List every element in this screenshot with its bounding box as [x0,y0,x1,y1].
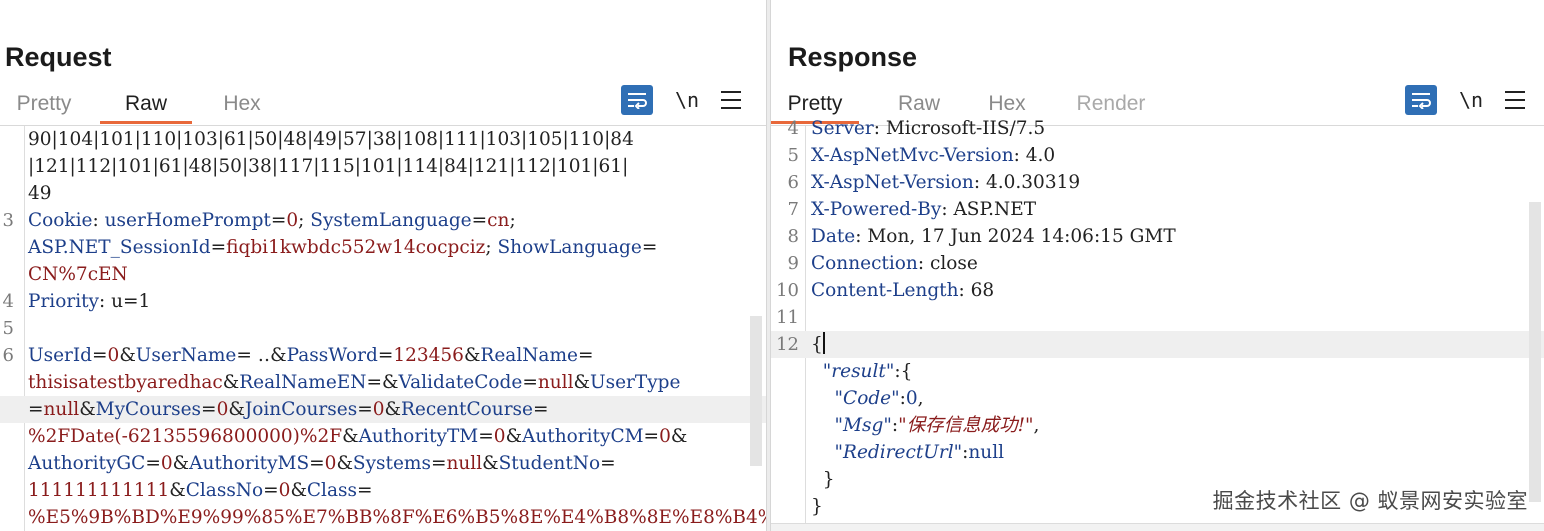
line-text: CN%7cEN [28,264,128,285]
line-text: X-AspNetMvc-Version: 4.0 [811,145,1056,166]
line-number: 6 [787,172,799,193]
request-line: |121|112|101|61|48|50|38|117|115|101|114… [0,153,766,180]
response-line: 10 Content-Length: 68 [771,277,1544,304]
line-text: Connection: close [811,253,978,274]
line-text: Server: Microsoft-IIS/7.5 [811,118,1046,139]
request-line: 90|104|101|110|103|61|50|48|49|57|38|108… [0,126,766,153]
request-toolbar: \n [621,85,741,115]
request-line: ASP.NET_SessionId=fiqbi1kwbdc552w14cocpc… [0,234,766,261]
wrap-lines-icon [628,93,647,109]
line-text: Cookie: userHomePrompt=0; SystemLanguage… [28,210,516,231]
request-line: 49 [0,180,766,207]
request-line-highlighted: =null&MyCourses=0&JoinCourses=0&RecentCo… [0,396,766,423]
response-line: 8 Date: Mon, 17 Jun 2024 14:06:15 GMT [771,223,1544,250]
request-line: CN%7cEN [0,261,766,288]
line-text: =null&MyCourses=0&JoinCourses=0&RecentCo… [28,399,549,420]
line-number: 16 [0,345,14,366]
response-line: 5 X-AspNetMvc-Version: 4.0 [771,142,1544,169]
response-toolbar: \n [1405,85,1525,115]
line-text: thisisatestbyaredhac&RealNameEN=&Validat… [28,372,681,393]
response-show-newlines-button[interactable]: \n [1457,88,1485,112]
response-line: 9 Connection: close [771,250,1544,277]
response-line: 7 X-Powered-By: ASP.NET [771,196,1544,223]
response-line: "Code":0, [771,385,1544,412]
response-editor[interactable]: 4 Server: Microsoft-IIS/7.5 5 X-AspNetMv… [771,118,1544,531]
line-number: 10 [776,280,799,301]
line-text: } [811,469,835,490]
line-text: Content-Length: 68 [811,280,995,301]
line-number: 5 [787,145,799,166]
request-line: AuthorityGC=0&AuthorityMS=0&Systems=null… [0,450,766,477]
request-line: 15 [0,315,766,342]
request-tabs: Pretty Raw Hex [0,86,278,124]
request-line: thisisatestbyaredhac&RealNameEN=&Validat… [0,369,766,396]
line-text: "Msg":"保存信息成功!", [834,415,1040,436]
line-text: Date: Mon, 17 Jun 2024 14:06:15 GMT [811,226,1176,247]
line-number: 11 [776,307,799,328]
line-text: X-AspNet-Version: 4.0.30319 [811,172,1081,193]
request-menu-icon[interactable] [721,91,741,109]
line-text: UserId=0&UserName= ‥&PassWord=123456&Rea… [28,345,594,366]
response-wrap-lines-button[interactable] [1405,85,1437,115]
text-cursor [822,332,825,354]
response-line: "result":{ [771,358,1544,385]
line-text: AuthorityGC=0&AuthorityMS=0&Systems=null… [28,453,616,474]
line-number: 9 [787,253,799,274]
line-number: 13 [0,210,14,231]
response-line: "Msg":"保存信息成功!", [771,412,1544,439]
line-number: 4 [787,118,799,139]
wrap-lines-icon [1412,93,1431,109]
line-number: 7 [787,199,799,220]
line-text: 49 [28,183,52,204]
response-line-highlighted: 12 { [771,331,1544,358]
request-editor[interactable]: 90|104|101|110|103|61|50|48|49|57|38|108… [0,125,766,531]
response-horizontal-scrollbar[interactable] [771,523,1544,531]
request-line: 16 UserId=0&UserName= ‥&PassWord=123456&… [0,342,766,369]
request-tab-pretty[interactable]: Pretty [0,86,88,124]
watermark: 掘金技术社区 @ 蚁景网安实验室 [1212,489,1528,513]
request-line: %2FDate(-62135596800000)%2F&AuthorityTM=… [0,423,766,450]
line-text: 111111111111&ClassNo=0&Class= [28,480,373,501]
line-text: "result":{ [822,361,913,382]
line-text: %E5%9B%BD%E9%99%85%E7%BB%8F%E6%B5%8E%E4%… [28,507,766,528]
request-line: %E5%9B%BD%E9%99%85%E7%BB%8F%E6%B5%8E%E4%… [0,504,766,531]
response-line: "RedirectUrl":null [771,439,1544,466]
request-show-newlines-button[interactable]: \n [673,88,701,112]
response-pane: Response Pretty Raw Hex Render \n 4 Serv… [771,0,1544,531]
line-text: 90|104|101|110|103|61|50|48|49|57|38|108… [28,129,634,150]
request-line: 13 Cookie: userHomePrompt=0; SystemLangu… [0,207,766,234]
line-number: 14 [0,291,14,312]
line-number: 8 [787,226,799,247]
line-text: Priority: u=1 [28,291,151,312]
response-line: 4 Server: Microsoft-IIS/7.5 [771,115,1544,142]
response-title: Response [788,42,918,72]
line-text: X-Powered-By: ASP.NET [811,199,1037,220]
response-menu-icon[interactable] [1505,91,1525,109]
line-text: } [811,496,823,517]
line-number: 12 [776,334,799,355]
request-tab-hex[interactable]: Hex [206,86,278,124]
line-text: "RedirectUrl":null [834,442,1005,463]
request-line: 14 Priority: u=1 [0,288,766,315]
response-line: 6 X-AspNet-Version: 4.0.30319 [771,169,1544,196]
request-tab-raw[interactable]: Raw [100,86,192,124]
line-text: ASP.NET_SessionId=fiqbi1kwbdc552w14cocpc… [28,237,658,258]
response-scrollbar[interactable] [1529,202,1541,502]
line-text: "Code":0, [834,388,924,409]
line-text: %2FDate(-62135596800000)%2F&AuthorityTM=… [28,426,688,447]
line-text: { [811,332,825,355]
request-line: 111111111111&ClassNo=0&Class= [0,477,766,504]
request-pane: Request Pretty Raw Hex \n 90|104|101|110… [0,0,766,531]
request-scrollbar[interactable] [750,316,762,466]
response-line: 11 [771,304,1544,331]
request-wrap-lines-button[interactable] [621,85,653,115]
request-title: Request [5,42,112,72]
line-text: |121|112|101|61|48|50|38|117|115|101|114… [28,156,629,177]
line-number: 15 [0,318,14,339]
